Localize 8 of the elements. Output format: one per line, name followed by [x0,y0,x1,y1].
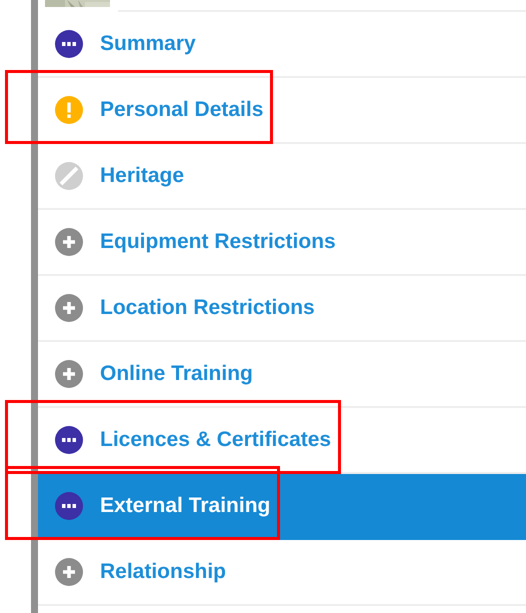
section-tab[interactable]: Location Restrictions [38,276,526,342]
section-tab[interactable]: Heritage [38,144,526,210]
section-tab[interactable]: Relationship [38,540,526,606]
section-tab[interactable]: Online Training [38,342,526,408]
section-tab[interactable]: Personal Details [38,78,526,144]
section-tab[interactable]: External Training [38,474,526,540]
section-tab[interactable]: Summary [38,12,526,78]
section-tab[interactable]: Equipment Restrictions [38,210,526,276]
